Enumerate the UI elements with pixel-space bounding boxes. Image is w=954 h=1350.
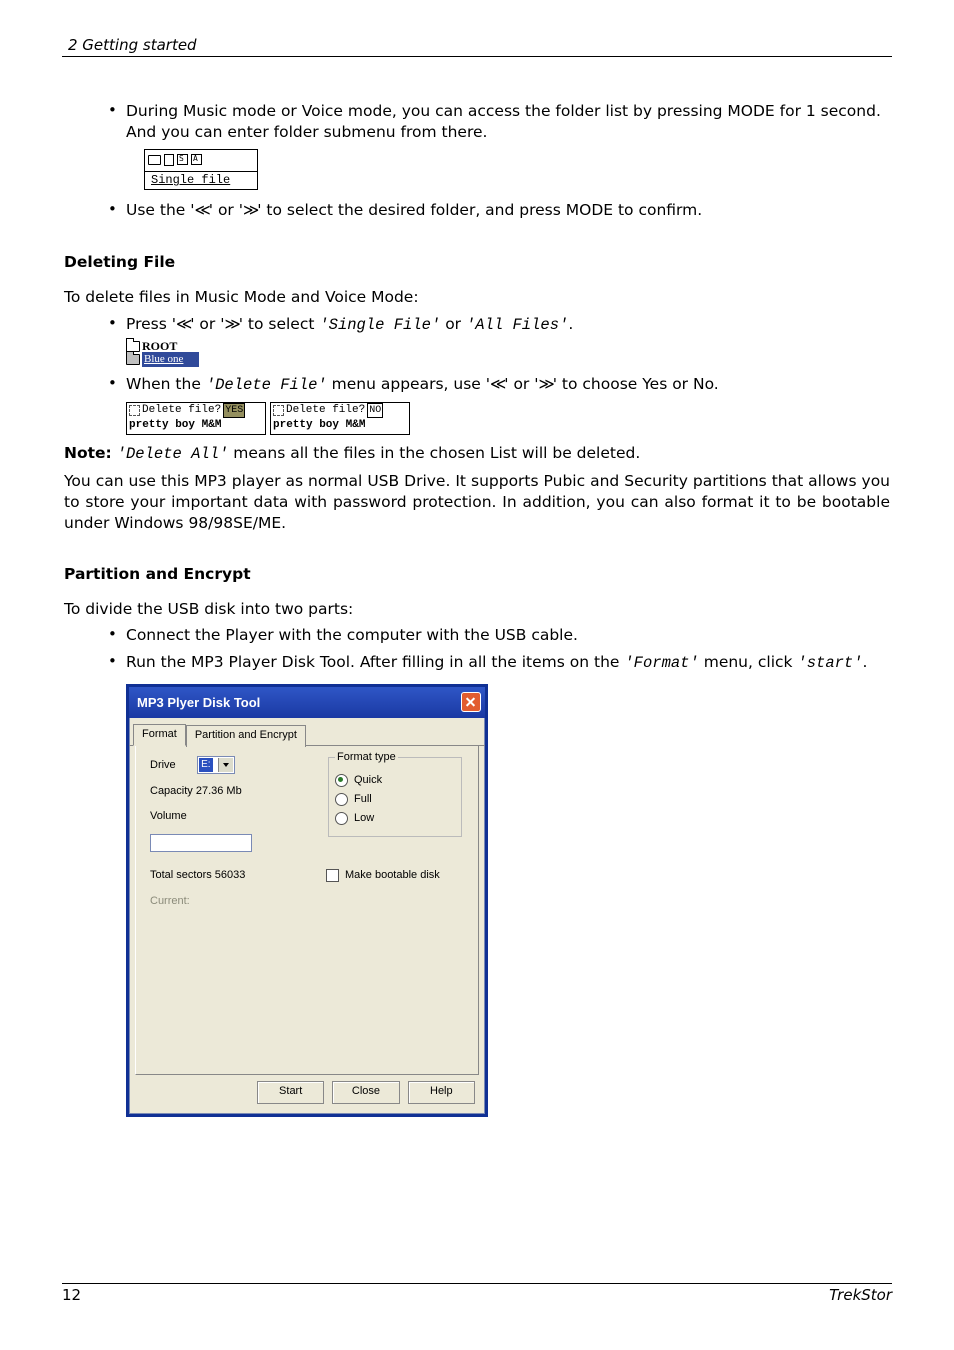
delete-prompt-yes: Delete file? YES pretty boy M&M [126,402,266,435]
bullet-item: Connect the Player with the computer wit… [108,625,892,646]
start-button[interactable]: Start [257,1081,324,1104]
page-footer: 12 TrekStor [62,1283,892,1304]
chevron-down-icon [223,763,229,767]
song-name: pretty boy M&M [271,418,409,434]
bullet-text: During Music mode or Voice mode, you can… [126,102,881,141]
drive-value: E: [199,758,212,772]
radio-quick-label: Quick [354,773,382,788]
lcd-root-list: ROOT Blue one [126,340,238,366]
radio-low-label: Low [354,811,374,826]
radio-low[interactable] [335,812,348,825]
dialog-title: MP3 Plyer Disk Tool [137,694,260,712]
note-line: Note: 'Delete All' means all the files i… [64,443,890,465]
section-title: 2 Getting started [68,36,197,54]
delete-prompt-pair: Delete file? YES pretty boy M&M Delete f… [126,402,892,435]
document-icon [164,154,174,166]
dialog-titlebar[interactable]: MP3 Plyer Disk Tool [129,687,485,718]
lcd-single-file: Single file [144,149,258,190]
radio-full[interactable] [335,793,348,806]
tab-strip: Format Partition and Encrypt [129,718,485,746]
format-type-group: Format type Quick Full Low [328,750,462,836]
dialog-panel: Drive E: Capacity 27.36 Mb Volume [135,746,479,1075]
heading-deleting-file: Deleting File [64,252,890,273]
drive-label: Drive [150,759,176,771]
bullet-text: Use the '≪' or '≫' to select the desired… [126,201,702,219]
dialog-buttons: Start Close Help [257,1081,485,1114]
tab-partition[interactable]: Partition and Encrypt [186,725,306,747]
bullet-item: Run the MP3 Player Disk Tool. After fill… [108,652,892,1117]
song-name: pretty boy M&M [127,418,265,434]
bootable-checkbox[interactable] [326,869,339,882]
delete-prompt-no: Delete file? NO pretty boy M&M [270,402,410,435]
no-badge: NO [367,403,383,419]
brand-name: TrekStor [829,1286,892,1304]
radio-full-label: Full [354,792,372,807]
bootable-row: Make bootable disk [326,868,440,883]
page-header: 2 Getting started [62,36,892,57]
disk-tool-dialog: MP3 Plyer Disk Tool Format Partition and… [126,684,488,1117]
capacity-label: Capacity 27.36 Mb [150,784,320,799]
folder-icon [126,354,140,365]
page-number: 12 [62,1286,81,1304]
format-type-legend: Format type [335,750,398,765]
current-label: Current: [150,894,190,909]
paragraph: To delete files in Music Mode and Voice … [64,287,890,308]
tab-format[interactable]: Format [133,724,186,746]
lcd-text: Single file [145,172,257,189]
yes-badge: YES [223,403,245,419]
letter-a-icon [191,154,202,165]
bootable-label: Make bootable disk [345,868,440,883]
paragraph: To divide the USB disk into two parts: [64,599,890,620]
radio-quick[interactable] [335,774,348,787]
close-icon[interactable] [461,692,481,712]
close-button[interactable]: Close [332,1081,399,1104]
heading-partition: Partition and Encrypt [64,564,890,585]
bullet-item: When the 'Delete File' menu appears, use… [108,374,892,435]
bullet-item: During Music mode or Voice mode, you can… [108,101,892,190]
volume-input[interactable] [150,834,252,852]
total-sectors: Total sectors 56033 [150,868,245,883]
bullet-item: Press '≪' or '≫' to select 'Single File'… [108,314,892,366]
folder-label-selected: Blue one [142,352,199,367]
paragraph-usb: You can use this MP3 player as normal US… [64,471,890,534]
volume-label: Volume [150,809,320,824]
help-button[interactable]: Help [408,1081,475,1104]
bullet-item: Use the '≪' or '≫' to select the desired… [108,200,892,222]
folder-icon [148,155,161,165]
letter-s-icon [177,154,188,165]
file-icon [129,405,140,416]
page-content: During Music mode or Voice mode, you can… [62,57,892,1117]
drive-select[interactable]: E: [197,756,235,774]
file-icon [273,405,284,416]
